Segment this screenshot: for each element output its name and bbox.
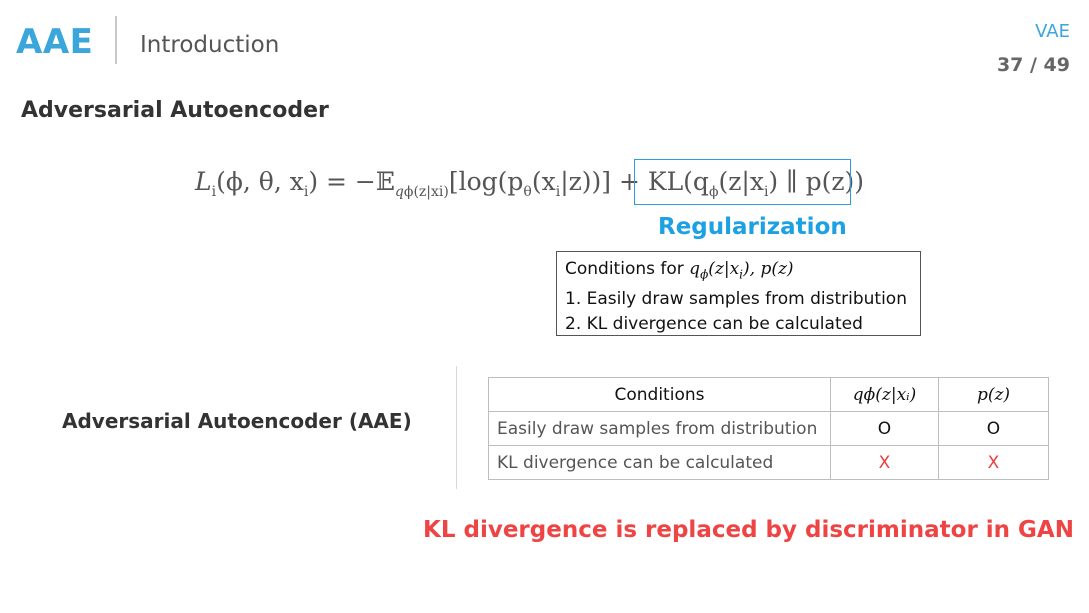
table-header-conditions: Conditions bbox=[488, 377, 831, 412]
logo: AAE bbox=[16, 22, 94, 62]
page-number: 37 / 49 bbox=[996, 54, 1070, 76]
expect-sub-args: (z|x bbox=[413, 184, 439, 200]
header-divider bbox=[115, 16, 117, 64]
formula-expect-sub: qϕ(z|xi) bbox=[395, 184, 449, 200]
conditions-item: 2. KL divergence can be calculated bbox=[565, 314, 863, 335]
formula-log: [log(p bbox=[448, 167, 524, 196]
formula-log-args: (x bbox=[531, 167, 556, 196]
conditions-math-end: ), p(z) bbox=[743, 259, 794, 279]
expect-sub-q: q bbox=[394, 184, 404, 200]
formula-log-end: |z))] bbox=[560, 167, 612, 196]
conditions-box: Conditions for qϕ(z|xi), p(z) 1. Easily … bbox=[556, 251, 921, 336]
regularization-label: Regularization bbox=[658, 214, 847, 240]
aae-label: Adversarial Autoencoder (AAE) bbox=[62, 409, 412, 433]
conditions-math-args: (z|x bbox=[708, 259, 740, 279]
comparison-table: Conditions qϕ(z|xᵢ) p(z) Easily draw sam… bbox=[488, 377, 1049, 480]
table-cell-condition: KL divergence can be calculated bbox=[488, 445, 831, 480]
topic-tag: VAE bbox=[1035, 21, 1070, 42]
table-header-p: p(z) bbox=[938, 377, 1049, 412]
table-cell-p: X bbox=[938, 445, 1049, 480]
conditions-math-q: q bbox=[689, 259, 701, 279]
table-cell-q: X bbox=[830, 445, 939, 480]
slide-heading: Adversarial Autoencoder bbox=[21, 98, 329, 123]
expect-sub-phi: ϕ bbox=[403, 184, 414, 200]
conditions-title-prefix: Conditions for bbox=[565, 259, 690, 279]
table-row: KL divergence can be calculated X X bbox=[488, 445, 1049, 480]
formula-equals: ) = −𝔼 bbox=[308, 167, 395, 196]
table-cell-q: O bbox=[830, 411, 939, 446]
conditions-item: 1. Easily draw samples from distribution bbox=[565, 289, 907, 310]
table-row: Easily draw samples from distribution O … bbox=[488, 411, 1049, 446]
table-cell-condition: Easily draw samples from distribution bbox=[488, 411, 831, 446]
table-cell-p: O bbox=[938, 411, 1049, 446]
section-title: Introduction bbox=[140, 32, 280, 58]
table-header-q: qϕ(z|xᵢ) bbox=[830, 377, 939, 412]
regularization-highlight-box bbox=[634, 159, 851, 205]
conditions-title: Conditions for qϕ(z|xi), p(z) bbox=[565, 257, 912, 287]
formula-lhs: L bbox=[195, 167, 212, 196]
table-header-row: Conditions qϕ(z|xᵢ) p(z) bbox=[488, 377, 1049, 412]
conclusion-text: KL divergence is replaced by discriminat… bbox=[423, 517, 1074, 543]
formula-lhs-args: (ϕ, θ, x bbox=[216, 167, 304, 196]
section-divider bbox=[456, 366, 457, 489]
formula-log-sub: θ bbox=[523, 184, 532, 200]
